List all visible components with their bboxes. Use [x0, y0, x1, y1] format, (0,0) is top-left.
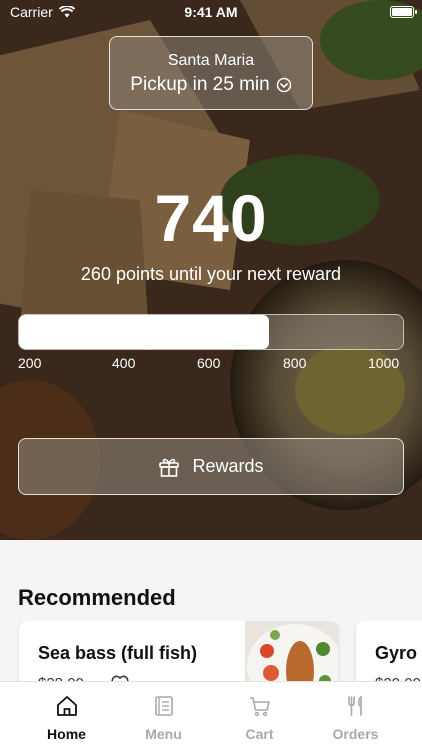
rewards-button-label: Rewards	[192, 456, 264, 476]
tick-label: 1000	[368, 355, 400, 371]
gift-icon	[159, 458, 180, 477]
tab-label: Home	[47, 726, 86, 742]
tab-label: Menu	[145, 726, 182, 742]
rewards-button[interactable]: Rewards	[18, 438, 404, 495]
points-balance: 740	[154, 181, 268, 255]
item-name: Gyro Platter	[375, 643, 422, 663]
tab-cart[interactable]: Cart	[211, 682, 308, 750]
recommended-heading: Recommended	[18, 585, 176, 610]
tab-orders[interactable]: Orders	[307, 682, 404, 750]
hero-banner: Carrier 9:41 AM Santa Maria Pickup in 25…	[0, 0, 422, 540]
pickup-time: Pickup in 25 min	[130, 74, 270, 95]
tick-label: 800	[283, 355, 307, 371]
item-name: Sea bass (full fish)	[38, 643, 198, 663]
tab-label: Orders	[332, 726, 379, 742]
cart-icon	[249, 697, 270, 717]
tick-label: 600	[197, 355, 221, 371]
location-name: Santa Maria	[167, 52, 255, 69]
rewards-progress-bar	[18, 314, 404, 350]
home-icon	[56, 696, 77, 716]
tab-bar: Home Menu Cart Orders	[0, 681, 422, 750]
progress-ticks: 200 400 600 800 1000	[18, 355, 404, 373]
status-bar: Carrier 9:41 AM	[0, 0, 422, 24]
menu-book-icon	[154, 696, 173, 716]
status-time: 9:41 AM	[184, 4, 238, 20]
tab-label: Cart	[245, 726, 274, 742]
fork-knife-icon	[347, 695, 362, 716]
pickup-line: Pickup in 25 min	[110, 74, 312, 96]
tick-label: 400	[112, 355, 136, 371]
tick-label: 200	[18, 355, 42, 371]
progress-fill	[19, 315, 270, 349]
points-until-reward: 260 points until your next reward	[80, 264, 342, 284]
battery-icon	[390, 6, 417, 18]
tab-home[interactable]: Home	[18, 682, 115, 750]
chevron-down-circle-icon	[276, 77, 291, 93]
tab-menu[interactable]: Menu	[115, 682, 212, 750]
location-selector[interactable]: Santa Maria Pickup in 25 min	[109, 36, 313, 110]
